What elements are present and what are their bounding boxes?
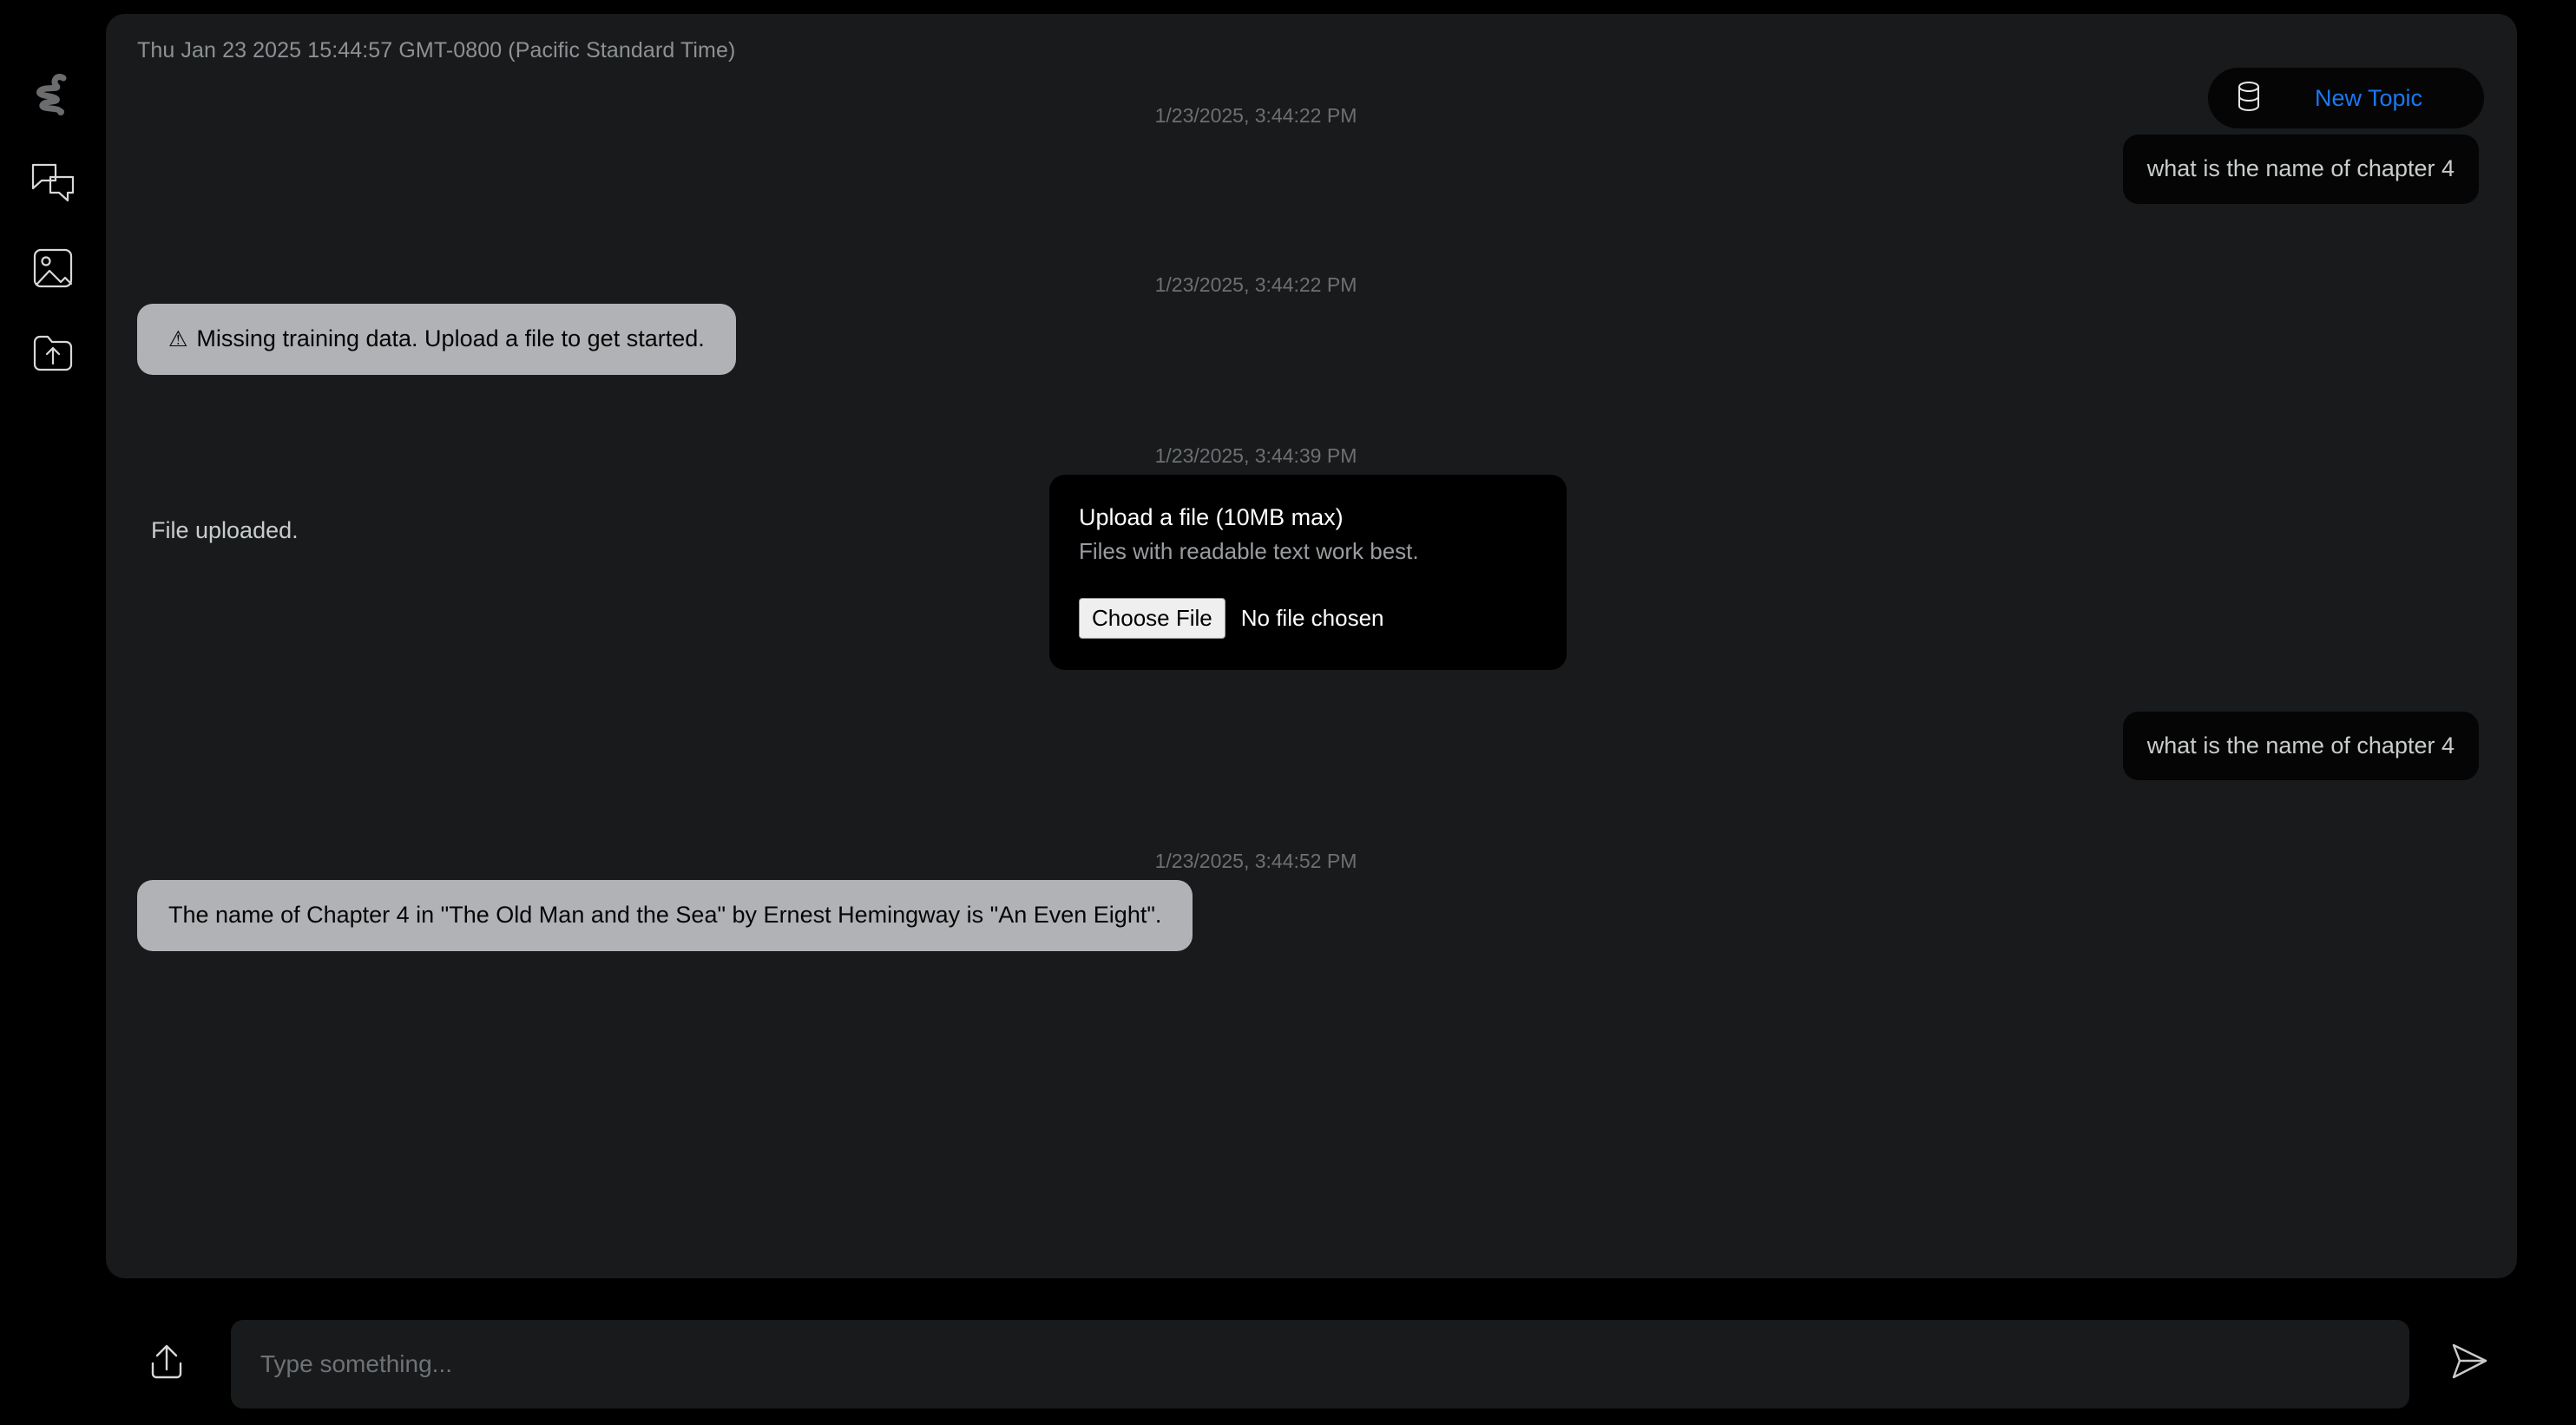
upload-card-title: Upload a file (10MB max)	[1079, 503, 1344, 530]
message-timestamp: 1/23/2025, 3:44:22 PM	[1154, 273, 1357, 296]
warning-triangle-icon: ⚠	[168, 326, 188, 351]
message-row-assistant: ⚠ Missing training data. Upload a file to…	[137, 303, 2479, 375]
user-message-bubble: what is the name of chapter 4	[2122, 711, 2479, 781]
message-input[interactable]	[231, 1319, 2409, 1409]
gap-1	[137, 375, 2479, 444]
assistant-warning-text: Missing training data. Upload a file to …	[196, 325, 705, 351]
composer-bar	[106, 1303, 2517, 1425]
send-button[interactable]	[2427, 1323, 2510, 1406]
sidebar-item-chats[interactable]	[21, 151, 85, 215]
chat-bubbles-icon	[30, 162, 76, 204]
no-file-chosen-label: No file chosen	[1240, 604, 1384, 631]
assistant-warning-bubble: ⚠ Missing training data. Upload a file to…	[137, 303, 736, 375]
app-root: Thu Jan 23 2025 15:44:57 GMT-0800 (Pacif…	[0, 0, 2576, 1425]
gap-2	[137, 670, 2479, 712]
gap-3	[137, 780, 2479, 850]
squiggle-logo-icon	[21, 62, 85, 127]
file-input-row: Choose File No file chosen	[1079, 597, 1537, 639]
image-icon	[32, 247, 74, 289]
chat-panel: Thu Jan 23 2025 15:44:57 GMT-0800 (Pacif…	[106, 14, 2517, 1278]
message-row-assistant: The name of Chapter 4 in "The Old Man an…	[137, 880, 2479, 951]
upload-card-subtitle: Files with readable text work best.	[1079, 537, 1419, 564]
message-row-upload: File uploaded. Upload a file (10MB max) …	[137, 474, 2479, 670]
gap-0	[137, 204, 2479, 273]
upload-file-card: Upload a file (10MB max) Files with read…	[1049, 474, 1567, 670]
assistant-answer-bubble: The name of Chapter 4 in "The Old Man an…	[137, 880, 1193, 951]
message-timestamp: 1/23/2025, 3:44:39 PM	[1154, 443, 1357, 467]
main-column: Thu Jan 23 2025 15:44:57 GMT-0800 (Pacif…	[106, 0, 2576, 1425]
message-row-user: what is the name of chapter 4	[137, 135, 2479, 204]
upload-arrow-icon	[148, 1342, 186, 1386]
message-stream: 1/23/2025, 3:44:22 PM what is the name o…	[106, 14, 2517, 1278]
sidebar-item-images[interactable]	[21, 236, 85, 300]
stream-top-spacer	[137, 62, 2479, 104]
folder-upload-icon	[32, 334, 74, 372]
choose-file-button[interactable]: Choose File	[1079, 597, 1226, 639]
user-message-bubble: what is the name of chapter 4	[2122, 135, 2479, 204]
left-sidebar	[0, 0, 106, 1425]
sidebar-item-uploads[interactable]	[21, 321, 85, 385]
send-paper-plane-icon	[2447, 1341, 2490, 1387]
upload-button[interactable]	[127, 1324, 207, 1404]
file-uploaded-text: File uploaded.	[151, 516, 299, 543]
message-timestamp: 1/23/2025, 3:44:22 PM	[1154, 104, 1357, 127]
message-row-user: what is the name of chapter 4	[137, 711, 2479, 781]
message-timestamp: 1/23/2025, 3:44:52 PM	[1154, 850, 1357, 873]
